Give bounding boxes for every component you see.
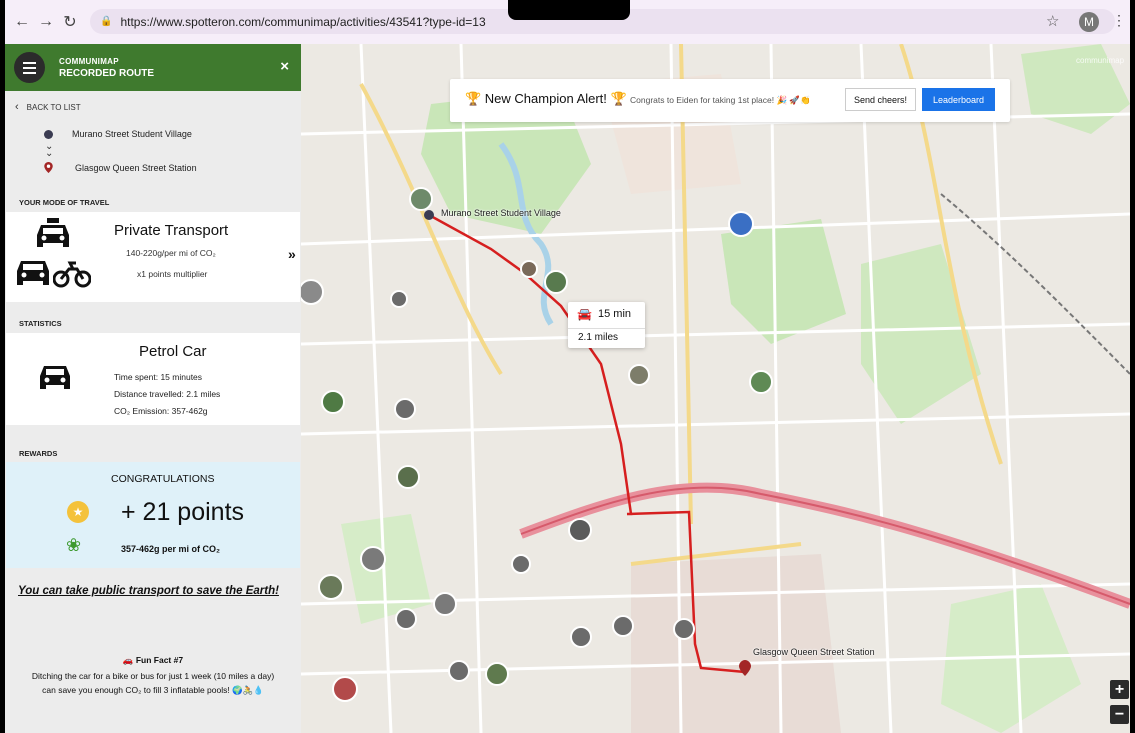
vehicle-title: Petrol Car <box>139 343 207 360</box>
route-destination: Glasgow Queen Street Station <box>44 162 197 173</box>
transport-tip: You can take public transport to save th… <box>18 585 279 597</box>
destination-label: Glasgow Queen Street Station <box>75 162 197 173</box>
bookmark-star-icon[interactable]: ☆ <box>1046 12 1059 30</box>
back-label: BACK TO LIST <box>26 102 81 112</box>
alert-subtitle: Congrats to Eiden for taking 1st place! … <box>630 95 811 105</box>
panel-title: RECORDED ROUTE <box>59 67 155 79</box>
back-arrow-icon[interactable]: ← <box>10 10 34 34</box>
rewards-section-label: REWARDS <box>19 449 58 458</box>
points-earned: + 21 points <box>121 498 245 526</box>
car-icon <box>17 261 49 285</box>
origin-dot-icon <box>44 129 53 139</box>
url-text: https://www.spotteron.com/communimap/act… <box>120 14 486 29</box>
city-centre-area <box>631 554 841 733</box>
leaves-icon: ❀ <box>66 535 82 555</box>
more-menu-icon[interactable]: ⋮ <box>1112 12 1126 29</box>
distance-travelled: Distance travelled: 2.1 miles <box>114 389 221 399</box>
car-icon <box>40 366 70 389</box>
app-name: COMMUNIMAP <box>59 56 119 66</box>
reload-icon[interactable]: ↻ <box>58 10 82 34</box>
sidebar: COMMUNIMAP RECORDED ROUTE × ‹ BACK TO LI… <box>5 44 301 733</box>
chevron-left-icon: ‹ <box>15 101 19 113</box>
mode-of-travel-card[interactable]: Private Transport 140-220g/per mi of CO₂… <box>6 212 300 302</box>
alert-title: 🏆 New Champion Alert! 🏆 <box>465 91 627 106</box>
statistics-section-label: STATISTICS <box>19 319 62 328</box>
time-spent: Time spent: 15 minutes <box>114 372 203 382</box>
tooltip-divider <box>568 328 645 329</box>
origin-label: Murano Street Student Village <box>72 129 192 139</box>
forward-arrow-icon[interactable]: → <box>34 10 58 34</box>
map-tiles <box>301 44 1130 733</box>
map-watermark: communimap <box>1076 56 1125 65</box>
profile-avatar[interactable]: M <box>1079 12 1099 32</box>
co2-emission: CO₂ Emission: 357-462g <box>114 406 208 416</box>
car-icon: 🚘 <box>577 307 592 321</box>
location-pin-icon <box>44 162 53 173</box>
reward-co2: 357-462g per mi of CO₂ <box>121 544 221 554</box>
send-cheers-button[interactable]: Send cheers! <box>845 88 916 111</box>
origin-map-label: Murano Street Student Village <box>441 208 561 218</box>
zoom-out-button[interactable]: − <box>1110 705 1129 724</box>
mode-co2: 140-220g/per mi of CO₂ <box>126 248 216 258</box>
sidebar-header: COMMUNIMAP RECORDED ROUTE × <box>5 44 301 91</box>
browser-window: ← → ↻ 🔒 https://www.spotteron.com/commun… <box>5 0 1130 733</box>
double-chevron-right-icon[interactable]: » <box>288 246 296 262</box>
fun-fact-body: Ditching the car for a bike or bus for j… <box>31 671 275 695</box>
mode-section-label: YOUR MODE OF TRAVEL <box>19 198 110 207</box>
back-to-list-link[interactable]: ‹ BACK TO LIST <box>15 101 81 113</box>
tooltip-distance: 2.1 miles <box>578 332 619 343</box>
leaderboard-button[interactable]: Leaderboard <box>922 88 995 111</box>
mode-multiplier: x1 points multiplier <box>137 269 208 279</box>
motorcycle-icon <box>53 261 91 288</box>
route-tooltip: 🚘 15 min 2.1 miles <box>568 302 645 348</box>
hamburger-menu-icon[interactable] <box>14 52 45 83</box>
map-canvas[interactable]: 🏆 New Champion Alert! 🏆 Congrats to Eide… <box>301 44 1130 733</box>
park-area <box>721 219 846 344</box>
taxi-icon <box>37 218 69 247</box>
camera-notch <box>508 0 630 20</box>
rewards-card: CONGRATULATIONS ★ + 21 points ❀ 357-462g… <box>6 462 300 568</box>
star-badge-icon: ★ <box>67 501 89 523</box>
close-icon[interactable]: × <box>280 58 289 75</box>
route-start-marker[interactable] <box>424 210 434 220</box>
mode-title: Private Transport <box>114 222 229 239</box>
double-chevron-down-icon: ⌄ ⌄ <box>45 141 54 159</box>
zoom-in-button[interactable]: + <box>1110 680 1129 699</box>
destination-map-label: Glasgow Queen Street Station <box>753 647 875 657</box>
lock-icon: 🔒 <box>100 16 113 27</box>
statistics-card: Petrol Car Time spent: 15 minutes Distan… <box>6 333 300 425</box>
route-origin: Murano Street Student Village <box>44 129 192 139</box>
congrats-text: CONGRATULATIONS <box>111 473 215 485</box>
tooltip-time: 15 min <box>598 308 632 320</box>
champion-alert-banner: 🏆 New Champion Alert! 🏆 Congrats to Eide… <box>450 79 1010 122</box>
fun-fact-title: 🚗 Fun Fact #7 <box>122 655 184 665</box>
